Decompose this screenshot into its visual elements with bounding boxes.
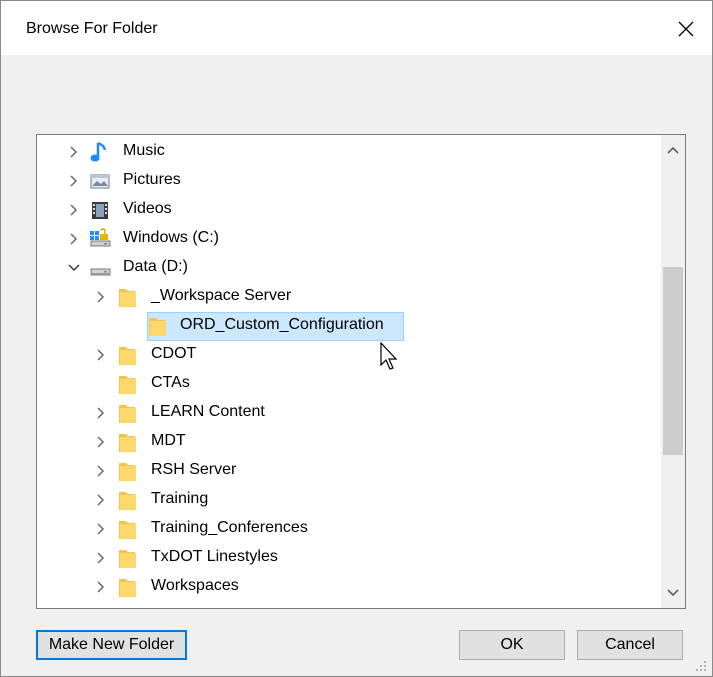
folder-icon — [117, 459, 139, 483]
tree-item[interactable]: Training_Conferences — [37, 514, 661, 543]
folder-icon — [117, 401, 139, 425]
tree-item[interactable]: Music — [37, 137, 661, 166]
ok-button[interactable]: OK — [459, 630, 565, 660]
folder-icon — [117, 430, 139, 454]
tree-item[interactable]: RSH Server — [37, 456, 661, 485]
tree-item-label: Data (D:) — [123, 258, 188, 275]
chevron-up-icon — [667, 146, 679, 154]
close-button[interactable] — [663, 7, 709, 51]
tree-item[interactable]: CDOT — [37, 340, 661, 369]
vertical-scrollbar[interactable] — [661, 135, 685, 608]
folder-icon — [117, 517, 139, 541]
tree-item-label: Workspaces — [151, 577, 239, 594]
folder-icon — [117, 343, 139, 367]
title-bar: Browse For Folder — [1, 1, 712, 55]
pictures-icon — [89, 169, 111, 193]
tree-item-label: ORD_Custom_Configuration — [180, 316, 384, 333]
chevron-right-icon[interactable] — [94, 464, 108, 478]
chevron-down-icon — [667, 589, 679, 597]
cancel-button[interactable]: Cancel — [577, 630, 683, 660]
tree-item-label: CTAs — [151, 374, 190, 391]
close-icon — [678, 21, 694, 37]
chevron-down-icon[interactable] — [67, 261, 81, 275]
tree-item-label: MDT — [151, 432, 186, 449]
music-note-icon — [89, 140, 111, 164]
tree-item-label: TxDOT Linestyles — [151, 548, 278, 565]
tree-item-label: Training — [151, 490, 209, 507]
tree-item[interactable]: Pictures — [37, 166, 661, 195]
scroll-thumb[interactable] — [663, 267, 683, 455]
tree-item[interactable]: CTAs — [37, 369, 661, 398]
folder-icon — [117, 546, 139, 570]
folder-icon — [147, 314, 169, 338]
folder-icon — [117, 575, 139, 599]
resize-grip-icon[interactable] — [691, 656, 709, 674]
scroll-down-button[interactable] — [661, 582, 685, 604]
tree-item-selected[interactable]: ORD_Custom_Configuration — [37, 311, 661, 340]
tree-item-label: Music — [123, 142, 165, 159]
tree-item[interactable]: Windows (C:) — [37, 224, 661, 253]
chevron-right-icon[interactable] — [94, 580, 108, 594]
tree-item[interactable]: MDT — [37, 427, 661, 456]
tree-item-label: CDOT — [151, 345, 197, 362]
tree-item[interactable]: Data (D:) — [37, 253, 661, 282]
chevron-right-icon[interactable] — [94, 493, 108, 507]
tree-item[interactable]: Workspaces — [37, 572, 661, 601]
windows-drive-icon — [89, 227, 111, 251]
tree-item[interactable]: TxDOT Linestyles — [37, 543, 661, 572]
tree-item[interactable]: LEARN Content — [37, 398, 661, 427]
folder-tree[interactable]: Music Pictures Videos Windows (C:) Data (D:)… — [36, 134, 686, 609]
tree-item-label: Pictures — [123, 171, 181, 188]
drive-icon — [89, 256, 111, 280]
folder-icon — [117, 488, 139, 512]
scroll-up-button[interactable] — [661, 139, 685, 161]
chevron-right-icon[interactable] — [67, 203, 81, 217]
browse-for-folder-dialog: Browse For Folder Music Pictures Videos Win… — [0, 0, 713, 677]
tree-item[interactable]: _Workspace Server — [37, 282, 661, 311]
chevron-right-icon[interactable] — [67, 174, 81, 188]
make-new-folder-button[interactable]: Make New Folder — [36, 630, 187, 660]
chevron-right-icon[interactable] — [94, 290, 108, 304]
chevron-right-icon[interactable] — [94, 406, 108, 420]
tree-item-label: Windows (C:) — [123, 229, 220, 246]
tree-item[interactable]: Videos — [37, 195, 661, 224]
folder-icon — [117, 372, 139, 396]
tree-item-label: LEARN Content — [151, 403, 265, 420]
tree-item-label: _Workspace Server — [151, 287, 292, 304]
chevron-right-icon[interactable] — [67, 232, 81, 246]
chevron-right-icon[interactable] — [67, 145, 81, 159]
videos-icon — [89, 198, 111, 222]
tree-item-label: RSH Server — [151, 461, 237, 478]
window-title: Browse For Folder — [26, 20, 158, 37]
chevron-right-icon[interactable] — [94, 551, 108, 565]
tree-item-label: Videos — [123, 200, 172, 217]
tree-item[interactable]: Training — [37, 485, 661, 514]
chevron-right-icon[interactable] — [94, 522, 108, 536]
chevron-right-icon[interactable] — [94, 348, 108, 362]
tree-item-label: Training_Conferences — [151, 519, 308, 536]
chevron-right-icon[interactable] — [94, 435, 108, 449]
folder-icon — [117, 285, 139, 309]
